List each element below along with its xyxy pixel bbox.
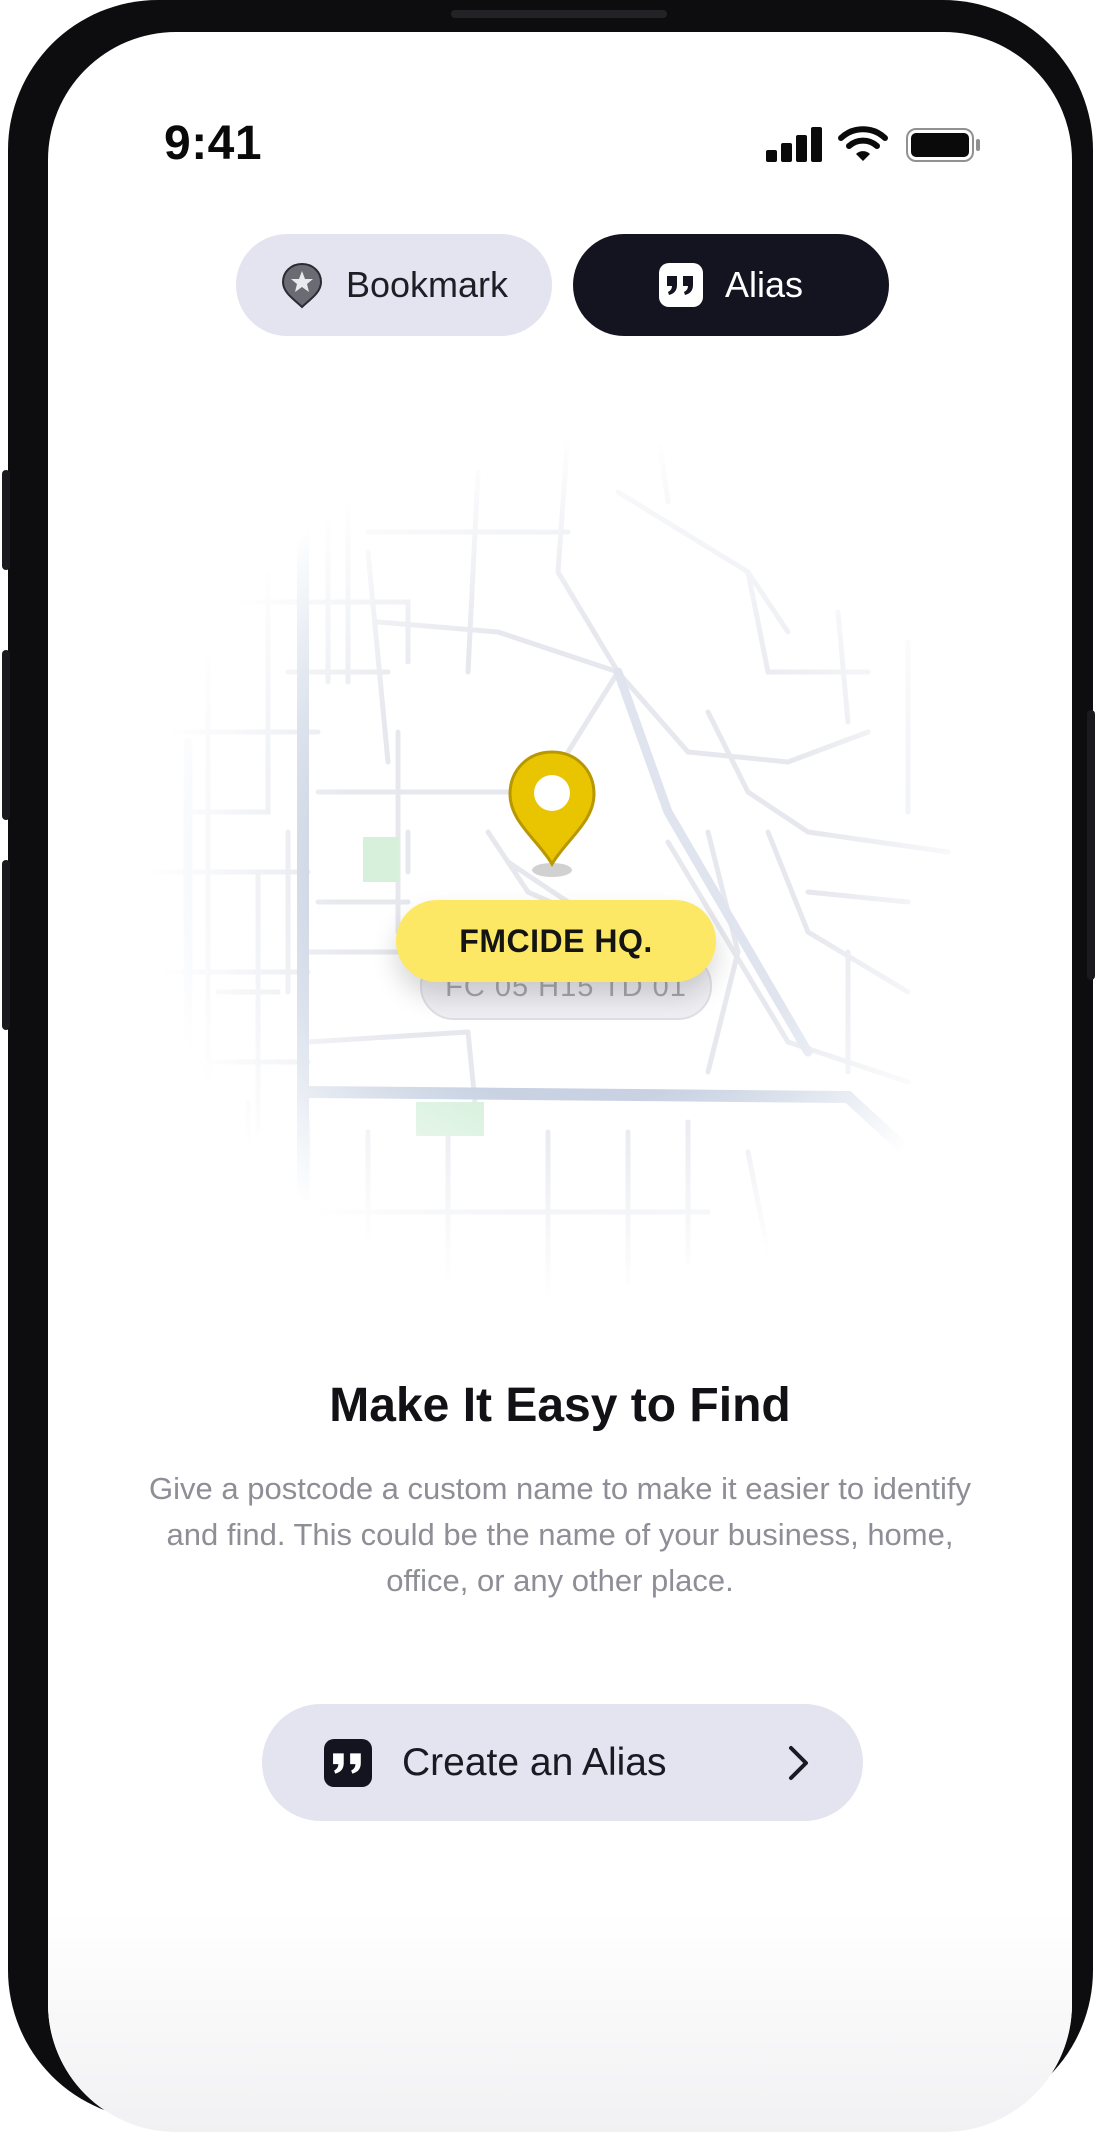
phone-screen: 9:41 Bookmark Alias FC 05 H15 TD 01 FMCI… — [48, 32, 1072, 2132]
tab-alias-label: Alias — [724, 264, 804, 305]
wifi-icon — [838, 126, 888, 161]
phone-side-button — [2, 860, 10, 1030]
page-title: Make It Easy to Find — [329, 1379, 791, 1432]
description-text: Give a postcode a custom name to make it… — [149, 1471, 971, 1598]
tab-bookmark[interactable]: Bookmark — [236, 234, 552, 336]
quote-icon — [658, 263, 703, 307]
speaker-grille — [451, 10, 667, 18]
tab-alias[interactable]: Alias — [573, 234, 889, 336]
location-pin-icon — [508, 750, 596, 877]
chevron-right-icon — [789, 1745, 808, 1780]
status-time: 9:41 — [164, 117, 263, 170]
tab-bookmark-label: Bookmark — [345, 264, 509, 305]
park-area — [416, 1102, 484, 1136]
create-alias-label: Create an Alias — [402, 1740, 667, 1784]
bottom-fade — [48, 1912, 1072, 2132]
create-alias-button[interactable]: Create an Alias — [262, 1704, 863, 1821]
phone-side-button — [2, 650, 10, 820]
bookmark-pin-icon — [281, 262, 322, 309]
quote-icon — [324, 1738, 372, 1787]
battery-icon — [906, 128, 980, 162]
cellular-signal-icon — [766, 126, 824, 162]
phone-side-button — [1087, 710, 1095, 980]
park-area — [363, 837, 399, 882]
alias-name-pill: FMCIDE HQ. — [396, 900, 716, 982]
phone-side-button — [2, 470, 10, 570]
phone-frame: 9:41 Bookmark Alias FC 05 H15 TD 01 FMCI… — [2, 0, 1095, 2132]
